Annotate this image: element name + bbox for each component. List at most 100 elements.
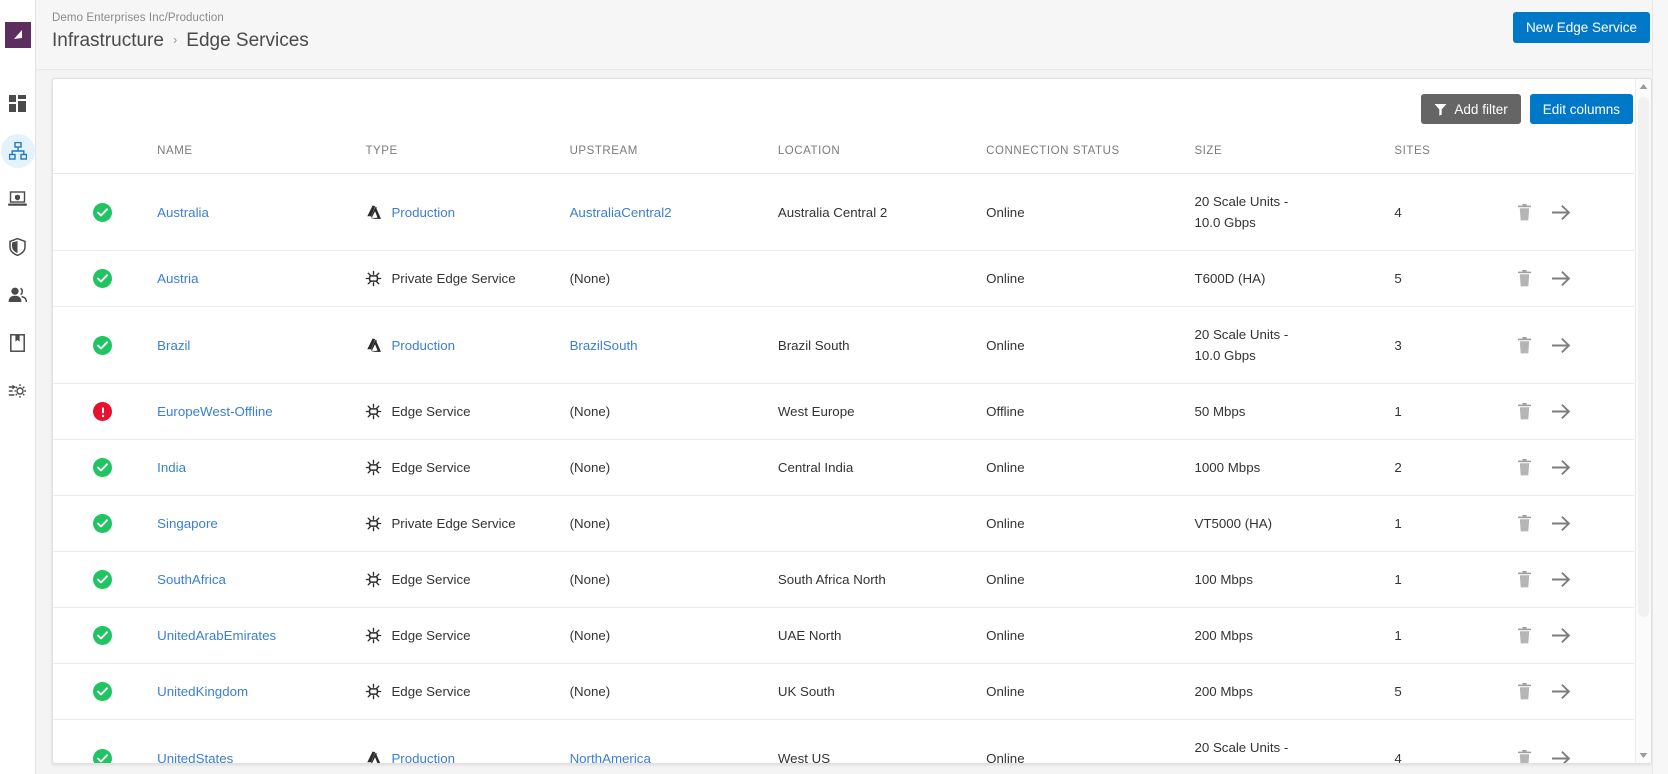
- chip-icon: [366, 627, 382, 644]
- row-sites-cell: 2: [1394, 439, 1518, 496]
- delete-row-button[interactable]: [1517, 403, 1532, 420]
- row-connection-status-cell: Online: [986, 306, 1195, 384]
- edge-service-link[interactable]: SouthAfrica: [157, 572, 226, 587]
- column-header-sites[interactable]: SITES: [1394, 139, 1518, 174]
- column-header-location[interactable]: LOCATION: [777, 139, 987, 174]
- type-icon-wrap: [365, 515, 382, 532]
- add-filter-button[interactable]: Add filter: [1421, 94, 1521, 124]
- scroll-down-arrow-icon[interactable]: [1636, 748, 1651, 763]
- settings-gear-icon: [8, 384, 26, 398]
- table-row[interactable]: UnitedStates Production NorthAmerica West U…: [53, 720, 1634, 764]
- row-type-label: Private Edge Service: [391, 516, 516, 531]
- delete-row-button[interactable]: [1517, 749, 1532, 763]
- sidebar-item-users[interactable]: [1, 278, 35, 312]
- row-upstream-value[interactable]: NorthAmerica: [570, 751, 651, 764]
- scrollbar-thumb[interactable]: [1638, 97, 1649, 617]
- edge-service-link[interactable]: Austria: [157, 271, 198, 286]
- edge-service-link[interactable]: EuropeWest-Offline: [157, 404, 273, 419]
- row-type-label[interactable]: Production: [391, 751, 455, 764]
- sidebar-item-dashboard[interactable]: [1, 86, 35, 120]
- row-size-value: 200 Mbps: [1194, 684, 1253, 699]
- delete-row-button[interactable]: [1517, 459, 1532, 476]
- delete-row-button[interactable]: [1517, 336, 1532, 354]
- sidebar-item-settings[interactable]: [1, 374, 35, 408]
- edge-service-link[interactable]: India: [157, 460, 186, 475]
- table-row[interactable]: Austria Private Edge Service (None) Online T…: [53, 250, 1634, 307]
- row-upstream-value[interactable]: BrazilSouth: [570, 338, 638, 353]
- open-row-button[interactable]: [1552, 750, 1571, 763]
- row-status-cell: [53, 720, 157, 763]
- row-upstream-cell: (None): [569, 607, 778, 664]
- row-location-cell: [777, 495, 987, 552]
- page-vertical-scrollbar[interactable]: [1652, 0, 1668, 774]
- column-header-connection-status[interactable]: CONNECTION STATUS: [986, 139, 1195, 174]
- sidebar-item-devices[interactable]: [1, 182, 35, 216]
- row-type-label[interactable]: Production: [391, 338, 455, 353]
- edge-service-link[interactable]: Singapore: [157, 516, 218, 531]
- row-location-cell: UK South: [777, 663, 987, 720]
- row-upstream-value: (None): [569, 628, 611, 643]
- open-row-button[interactable]: [1552, 516, 1571, 531]
- delete-row-button[interactable]: [1517, 627, 1532, 644]
- delete-row-button[interactable]: [1517, 571, 1532, 588]
- row-connection-status-cell: Online: [986, 607, 1195, 664]
- column-header-upstream[interactable]: UPSTREAM: [569, 139, 778, 174]
- column-header-size[interactable]: SIZE: [1194, 139, 1395, 174]
- open-row-button[interactable]: [1552, 460, 1571, 475]
- table-vertical-scrollbar[interactable]: [1635, 79, 1651, 763]
- row-connection-status-cell: Online: [986, 663, 1195, 720]
- sidebar-item-security[interactable]: [1, 230, 35, 264]
- open-row-button[interactable]: [1552, 404, 1571, 419]
- network-topology-icon: [8, 142, 27, 160]
- row-status-cell: [53, 607, 158, 664]
- row-type-label: Edge Service: [391, 684, 471, 699]
- table-row[interactable]: SouthAfrica Edge Service (None) South Afric…: [53, 551, 1634, 608]
- table-row[interactable]: UnitedKingdom Edge Service (None) UK South O…: [53, 663, 1634, 720]
- open-row-button[interactable]: [1552, 628, 1571, 643]
- column-header-name[interactable]: NAME: [157, 139, 366, 174]
- row-sites-cell: 1: [1394, 551, 1518, 608]
- table-row[interactable]: Singapore Private Edge Service (None) Onlin…: [53, 495, 1634, 552]
- sidebar-item-catalog[interactable]: [1, 326, 35, 360]
- table-toolbar: Add filter Edit columns: [53, 79, 1651, 139]
- row-type-label[interactable]: Production: [391, 205, 455, 220]
- scroll-up-arrow-icon[interactable]: [1636, 79, 1651, 94]
- delete-row-button[interactable]: [1517, 203, 1532, 221]
- row-size-cell: 200 Mbps: [1194, 663, 1395, 720]
- row-upstream-value[interactable]: AustraliaCentral2: [570, 205, 672, 220]
- arrow-right-icon: [1552, 460, 1571, 475]
- table-row[interactable]: UnitedArabEmirates Edge Service (None) UAE …: [53, 607, 1634, 664]
- table-row[interactable]: Australia Production AustraliaCentral2 Aust…: [53, 173, 1634, 251]
- edge-service-link[interactable]: UnitedKingdom: [157, 684, 248, 699]
- open-row-button[interactable]: [1552, 572, 1571, 587]
- row-type-cell: Production: [365, 306, 570, 384]
- open-row-button[interactable]: [1552, 684, 1571, 699]
- edge-service-link[interactable]: UnitedArabEmirates: [157, 628, 276, 643]
- sidebar-item-infrastructure[interactable]: [0, 134, 35, 168]
- row-actions-cell: [1517, 720, 1634, 763]
- row-status-cell: [53, 439, 158, 496]
- row-actions-cell: [1517, 663, 1634, 720]
- table-row[interactable]: India Edge Service (None) Central India Onli…: [53, 439, 1634, 496]
- row-type-cell: Private Edge Service: [365, 250, 570, 307]
- column-header-status[interactable]: [53, 139, 158, 174]
- row-upstream-cell: (None): [569, 551, 778, 608]
- delete-row-button[interactable]: [1517, 683, 1532, 700]
- delete-row-button[interactable]: [1517, 515, 1532, 532]
- table-row[interactable]: EuropeWest-Offline Edge Service (None) West…: [53, 383, 1634, 440]
- delete-row-button[interactable]: [1517, 270, 1532, 287]
- app-logo[interactable]: [4, 22, 31, 48]
- column-header-type[interactable]: TYPE: [365, 139, 570, 174]
- open-row-button[interactable]: [1552, 337, 1571, 353]
- edge-service-link[interactable]: UnitedStates: [157, 751, 233, 764]
- row-type-cell: Edge Service: [365, 663, 570, 720]
- edge-service-link[interactable]: Brazil: [157, 338, 190, 353]
- table-row[interactable]: Brazil Production BrazilSouth Brazil South O…: [53, 306, 1634, 384]
- open-row-button[interactable]: [1552, 204, 1571, 220]
- edit-columns-button[interactable]: Edit columns: [1529, 94, 1633, 124]
- row-actions-cell: [1517, 607, 1634, 664]
- new-edge-service-button[interactable]: New Edge Service: [1512, 12, 1650, 43]
- open-row-button[interactable]: [1552, 271, 1571, 286]
- breadcrumb-link-infrastructure[interactable]: Infrastructure: [52, 26, 164, 56]
- edge-service-link[interactable]: Australia: [157, 205, 209, 220]
